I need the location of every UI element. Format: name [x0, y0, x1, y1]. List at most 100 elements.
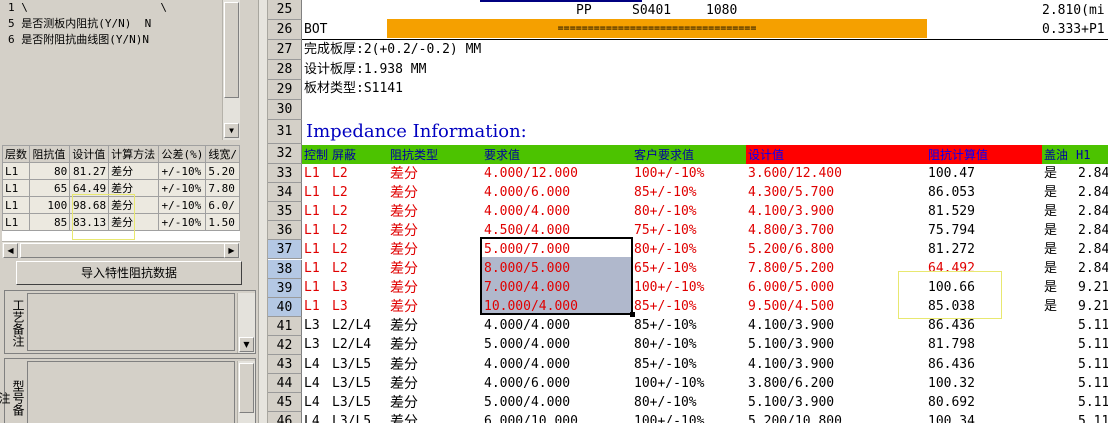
- cell-cust[interactable]: 80+/-10%: [634, 394, 697, 412]
- column-header[interactable]: 设计值: [748, 146, 784, 164]
- cell-type[interactable]: 差分: [390, 317, 418, 335]
- cell-h1[interactable]: 5.11: [1078, 394, 1108, 412]
- column-header[interactable]: 阻抗类型: [390, 146, 438, 164]
- cell-calc[interactable]: 81.529: [928, 203, 975, 221]
- row-number[interactable]: 34: [268, 183, 302, 203]
- cell-ctrl[interactable]: L4: [304, 394, 320, 412]
- list-item[interactable]: 6 是否附阻抗曲线图(Y/N)N: [2, 32, 238, 48]
- grid-cell[interactable]: 6.0/: [205, 196, 240, 214]
- cell-req[interactable]: 10.000/4.000: [484, 298, 578, 316]
- cell-calc[interactable]: 81.272: [928, 241, 975, 259]
- row-number[interactable]: 37: [268, 240, 302, 260]
- cell-h1[interactable]: 5.11: [1078, 413, 1108, 423]
- cell-ctrl[interactable]: L1: [304, 165, 320, 183]
- cell-req[interactable]: 7.000/4.000: [484, 279, 570, 297]
- cell-shield[interactable]: L3/L5: [332, 394, 371, 412]
- grid-cell[interactable]: 85: [29, 213, 71, 231]
- process-notes-scrollbar[interactable]: ▼: [237, 293, 255, 353]
- row-number[interactable]: 27: [268, 40, 302, 60]
- table-row[interactable]: L1 80 81.27 差分 +/-10% 5.20: [2, 162, 240, 180]
- cell-shield[interactable]: L3: [332, 279, 348, 297]
- scrollbar-thumb[interactable]: [239, 363, 254, 413]
- cell-shield[interactable]: L3/L5: [332, 375, 371, 393]
- cell-design[interactable]: 5.200/10.800: [748, 413, 842, 423]
- grid-header[interactable]: 设计值: [69, 145, 110, 163]
- row-number[interactable]: 25: [268, 0, 302, 20]
- grid-cell[interactable]: 81.27: [69, 162, 110, 180]
- cell-calc[interactable]: 86.436: [928, 356, 975, 374]
- grid-header[interactable]: 层数: [2, 145, 31, 163]
- cell-shield[interactable]: L3: [332, 298, 348, 316]
- impedance-title[interactable]: Impedance Information:: [306, 121, 527, 143]
- cell-type[interactable]: 差分: [390, 413, 418, 423]
- grid-cell[interactable]: +/-10%: [158, 213, 207, 231]
- row-number[interactable]: 38: [268, 259, 302, 279]
- cell-calc[interactable]: 86.436: [928, 317, 975, 335]
- cell-calc[interactable]: 75.794: [928, 222, 975, 240]
- import-impedance-button[interactable]: 导入特性阻抗数据: [16, 261, 242, 285]
- cell-oil[interactable]: 是: [1044, 184, 1057, 202]
- cell-h1[interactable]: 9.21: [1078, 298, 1108, 316]
- grid-cell[interactable]: L1: [2, 213, 31, 231]
- grid-cell[interactable]: 80: [29, 162, 71, 180]
- cell-oil[interactable]: 是: [1044, 165, 1057, 183]
- row-number[interactable]: 29: [268, 80, 302, 100]
- row-number[interactable]: 36: [268, 221, 302, 241]
- cell-cust[interactable]: 85+/-10%: [634, 298, 697, 316]
- cell-req[interactable]: 5.000/4.000: [484, 336, 570, 354]
- cell-oil[interactable]: 是: [1044, 241, 1057, 259]
- cell-text[interactable]: S0401: [632, 2, 671, 20]
- grid-cell[interactable]: 5.20: [205, 162, 240, 180]
- cell-shield[interactable]: L2: [332, 203, 348, 221]
- cell-req[interactable]: 4.000/4.000: [484, 203, 570, 221]
- grid-cell[interactable]: L1: [2, 179, 31, 197]
- grid-cell[interactable]: 1.50: [205, 213, 240, 231]
- cell-type[interactable]: 差分: [390, 165, 418, 183]
- cell-h1[interactable]: 5.11: [1078, 356, 1108, 374]
- cell-cust[interactable]: 100+/-10%: [634, 165, 704, 183]
- cell-type[interactable]: 差分: [390, 336, 418, 354]
- cell-text[interactable]: PP: [576, 2, 592, 20]
- grid-cell[interactable]: L1: [2, 162, 31, 180]
- options-list[interactable]: 1 \ \ 5 是否测板内阻抗(Y/N) N 6 是否附阻抗曲线图(Y/N)N …: [2, 0, 240, 140]
- cell-type[interactable]: 差分: [390, 298, 418, 316]
- cell-h1[interactable]: 5.11: [1078, 375, 1108, 393]
- cell-design[interactable]: 4.100/3.900: [748, 203, 834, 221]
- grid-cell[interactable]: 7.80: [205, 179, 240, 197]
- cell-text[interactable]: 设计板厚:1.938 MM: [304, 61, 426, 79]
- cell-ctrl[interactable]: L3: [304, 317, 320, 335]
- cell-ctrl[interactable]: L1: [304, 241, 320, 259]
- cell-type[interactable]: 差分: [390, 375, 418, 393]
- column-header[interactable]: 控制: [304, 146, 328, 164]
- cell-text[interactable]: 1080: [706, 2, 737, 20]
- column-header[interactable]: 阻抗计算值: [928, 146, 988, 164]
- list-item[interactable]: 5 是否测板内阻抗(Y/N) N: [2, 16, 238, 32]
- cell-shield[interactable]: L3/L5: [332, 356, 371, 374]
- cell-cust[interactable]: 100+/-10%: [634, 279, 704, 297]
- cell-req[interactable]: 4.500/4.000: [484, 222, 570, 240]
- cell-shield[interactable]: L2: [332, 241, 348, 259]
- cell-h1[interactable]: 5.11: [1078, 317, 1108, 335]
- process-notes-field[interactable]: [27, 293, 235, 351]
- cell-text[interactable]: 完成板厚:2(+0.2/-0.2) MM: [304, 41, 481, 59]
- options-vertical-scrollbar[interactable]: ▼: [222, 0, 240, 140]
- model-notes-field[interactable]: [27, 361, 235, 423]
- grid-header[interactable]: 线宽/: [205, 145, 240, 163]
- cell-shield[interactable]: L2/L4: [332, 317, 371, 335]
- cell-ctrl[interactable]: L1: [304, 279, 320, 297]
- cell-cust[interactable]: 85+/-10%: [634, 184, 697, 202]
- cell-req[interactable]: 4.000/4.000: [484, 356, 570, 374]
- cell-req[interactable]: 5.000/4.000: [484, 394, 570, 412]
- cell-oil[interactable]: 是: [1044, 298, 1057, 316]
- scroll-right-arrow-icon[interactable]: ▶: [224, 243, 239, 258]
- cell-req[interactable]: 4.000/4.000: [484, 317, 570, 335]
- cell-ctrl[interactable]: L4: [304, 356, 320, 374]
- cell-design[interactable]: 5.200/6.800: [748, 241, 834, 259]
- cell-h1[interactable]: 2.84: [1078, 165, 1108, 183]
- cell-shield[interactable]: L2: [332, 165, 348, 183]
- column-header[interactable]: 客户要求值: [634, 146, 694, 164]
- scroll-down-arrow-icon[interactable]: ▼: [224, 123, 239, 138]
- cell-type[interactable]: 差分: [390, 356, 418, 374]
- column-header[interactable]: 盖油: [1044, 146, 1068, 164]
- cell-cust[interactable]: 85+/-10%: [634, 317, 697, 335]
